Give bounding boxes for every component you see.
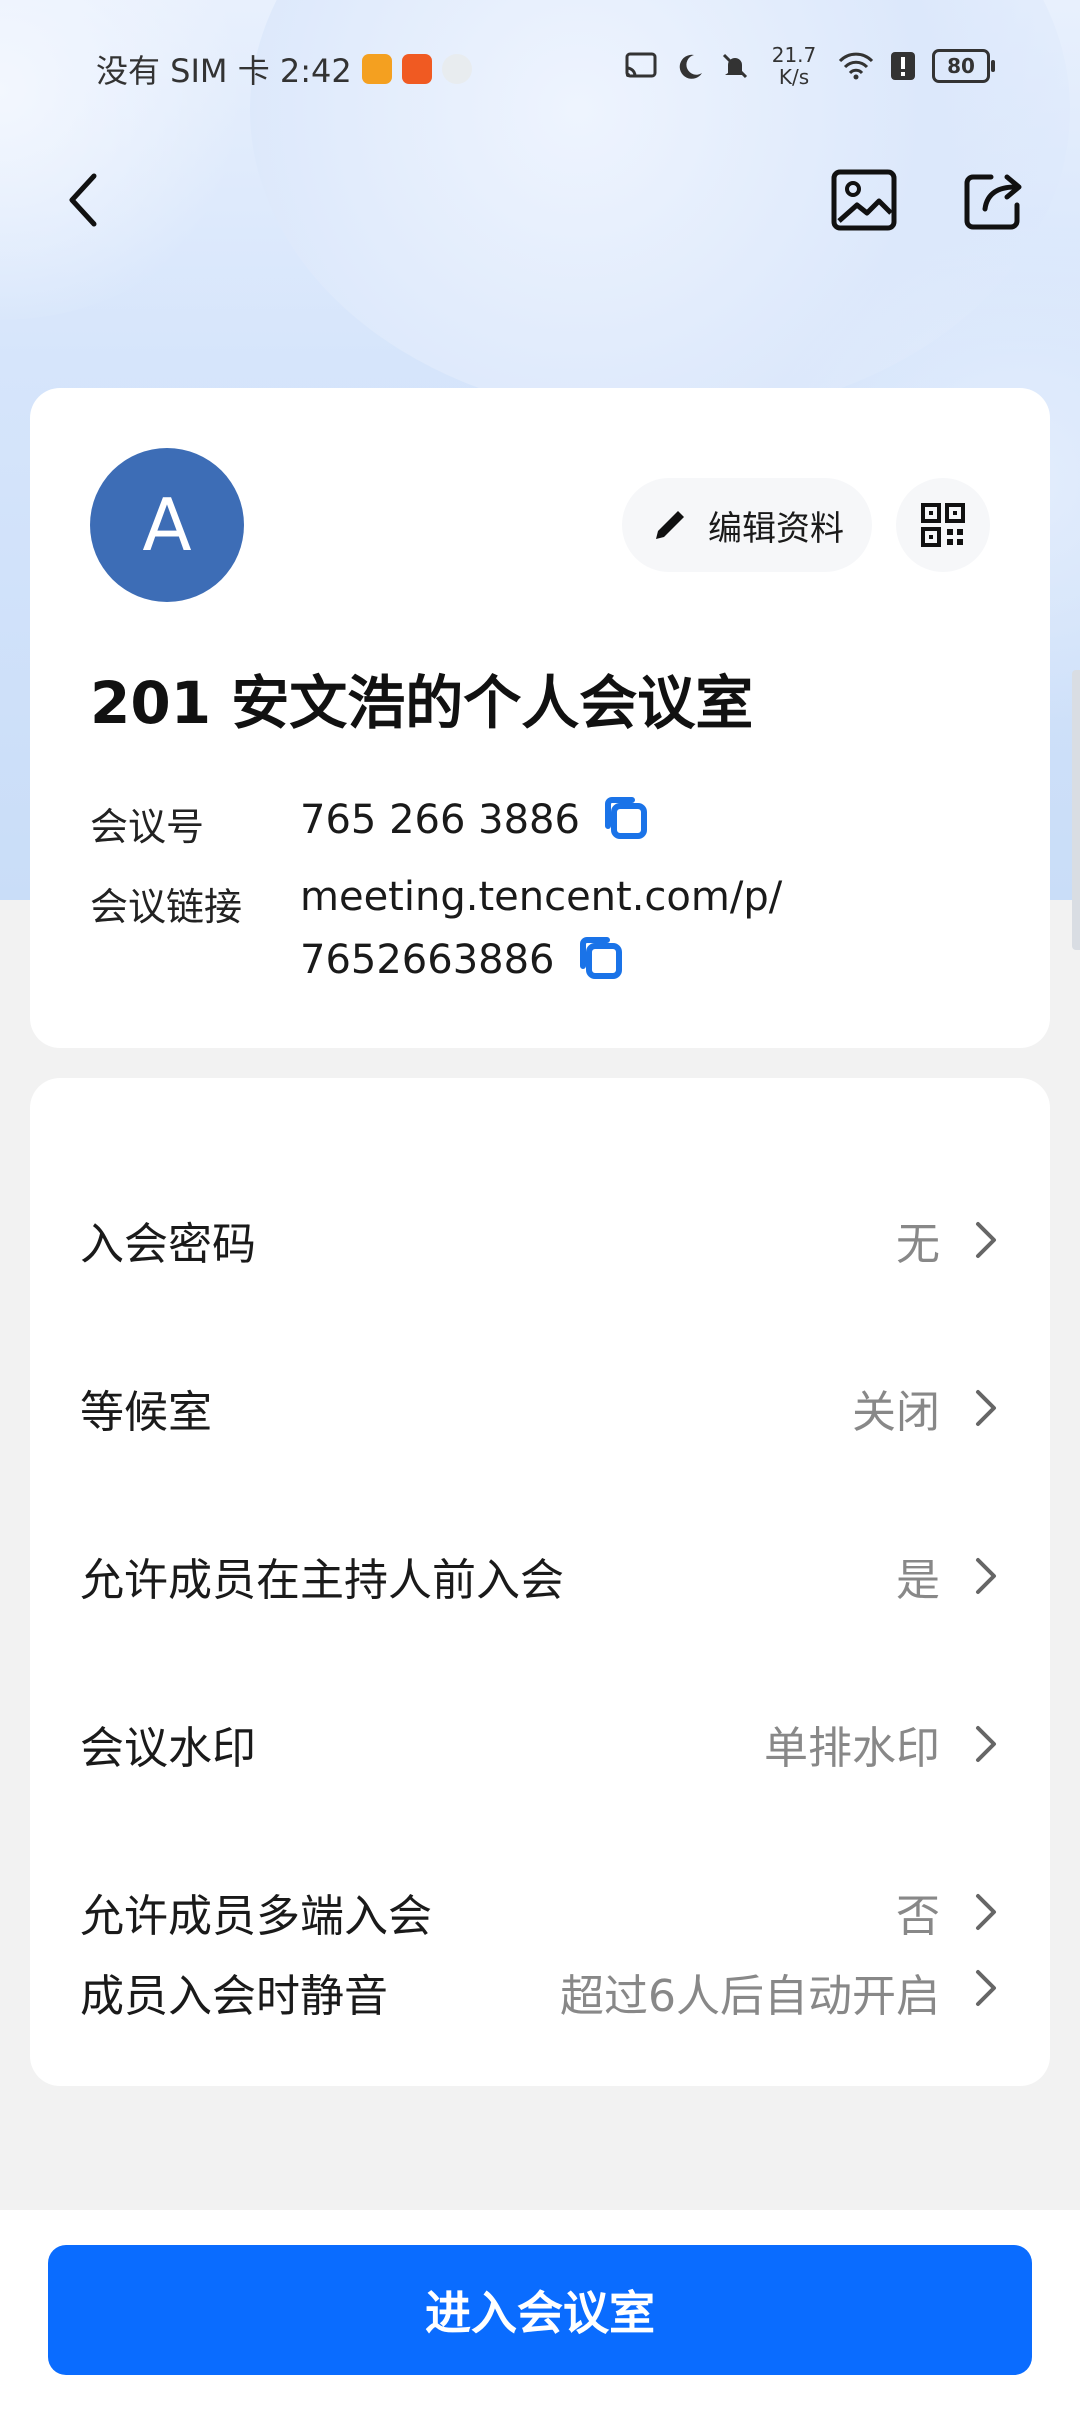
meeting-link-row: 7652663886 <box>300 934 623 990</box>
share-button[interactable] <box>954 160 1034 240</box>
chevron-right-icon <box>976 1558 996 1594</box>
cast-icon <box>625 52 657 78</box>
meeting-info-card: A 编辑资料 201 安文浩的个人会议室 会议号 765 266 3886 会议… <box>30 388 1050 1048</box>
meeting-link-line2: 7652663886 <box>300 937 555 983</box>
meeting-link-label: 会议链接 <box>90 885 243 929</box>
side-scroll-handle[interactable] <box>1072 670 1080 950</box>
setting-label: 成员入会时静音 <box>80 1971 388 2022</box>
bottom-action-bar: 进入会议室 <box>0 2210 1080 2412</box>
setting-label: 等候室 <box>80 1387 212 1438</box>
setting-row-password[interactable]: 入会密码 无 <box>30 1156 1050 1324</box>
net-speed: 21.7 K/s <box>766 44 822 88</box>
qr-code-icon <box>921 503 965 547</box>
setting-value: 是 <box>896 1555 940 1606</box>
setting-label: 会议水印 <box>80 1723 256 1774</box>
setting-value: 超过6人后自动开启 <box>560 1971 940 2022</box>
net-speed-value: 21.7 <box>771 43 817 67</box>
copy-icon <box>579 937 622 979</box>
moon-icon <box>679 54 702 79</box>
battery-indicator: 80 <box>932 49 995 83</box>
copy-meeting-link-button[interactable] <box>577 934 623 990</box>
alert-icon <box>891 52 915 80</box>
enter-meeting-room-button[interactable]: 进入会议室 <box>48 2245 1032 2375</box>
pencil-icon <box>656 511 684 539</box>
room-title: 201 安文浩的个人会议室 <box>90 669 754 737</box>
carrier-time: 没有 SIM 卡 2:42 <box>96 52 352 90</box>
meeting-link-line1: meeting.tencent.com/p/ <box>300 874 783 920</box>
setting-row-watermark[interactable]: 会议水印 单排水印 <box>30 1660 1050 1828</box>
setting-label: 允许成员在主持人前入会 <box>80 1555 564 1606</box>
setting-value: 单排水印 <box>764 1723 940 1774</box>
setting-row-mute-on-join[interactable]: 成员入会时静音 超过6人后自动开启 <box>30 1970 1050 2086</box>
chevron-right-icon <box>976 1726 996 1762</box>
settings-card: 入会密码 无 等候室 关闭 允许成员在主持人前入会 是 会议水印 单排水印 允许… <box>30 1078 1050 2086</box>
setting-label: 入会密码 <box>80 1219 256 1270</box>
avatar: A <box>90 448 244 602</box>
setting-row-join-before-host[interactable]: 允许成员在主持人前入会 是 <box>30 1492 1050 1660</box>
background-image-button[interactable] <box>824 160 904 240</box>
notification-app-icon <box>441 54 472 84</box>
back-button[interactable] <box>44 160 124 240</box>
chevron-right-icon <box>976 1390 996 1426</box>
setting-row-waiting-room[interactable]: 等候室 关闭 <box>30 1324 1050 1492</box>
share-icon <box>964 174 1022 230</box>
notification-app-icon <box>401 54 432 84</box>
edit-profile-button[interactable]: 编辑资料 <box>622 478 872 572</box>
image-icon <box>831 169 897 231</box>
qr-code-button[interactable] <box>896 478 990 572</box>
chevron-right-icon <box>976 1894 996 1930</box>
status-bar: 没有 SIM 卡 2:42 21.7 K/s 80 <box>0 40 1080 96</box>
mute-bell-icon <box>722 53 748 79</box>
setting-value: 否 <box>896 1891 940 1942</box>
copy-meeting-id-button[interactable] <box>602 794 648 850</box>
notification-app-icon <box>361 54 392 84</box>
copy-icon <box>604 797 647 839</box>
meeting-id-value: 765 266 3886 <box>300 797 580 843</box>
status-right: 21.7 K/s 80 <box>624 44 995 88</box>
chevron-right-icon <box>976 1970 996 2006</box>
setting-label: 允许成员多端入会 <box>80 1891 432 1942</box>
chevron-right-icon <box>976 1222 996 1258</box>
wifi-icon <box>838 52 874 80</box>
meeting-id-row: 765 266 3886 <box>300 794 648 850</box>
edit-profile-label: 编辑资料 <box>708 508 844 549</box>
meeting-id-label: 会议号 <box>90 805 205 849</box>
chevron-left-icon <box>69 173 97 227</box>
setting-value: 关闭 <box>852 1387 940 1438</box>
status-left: 没有 SIM 卡 2:42 <box>96 46 472 92</box>
net-speed-unit: K/s <box>778 65 810 89</box>
setting-value: 无 <box>896 1219 940 1270</box>
